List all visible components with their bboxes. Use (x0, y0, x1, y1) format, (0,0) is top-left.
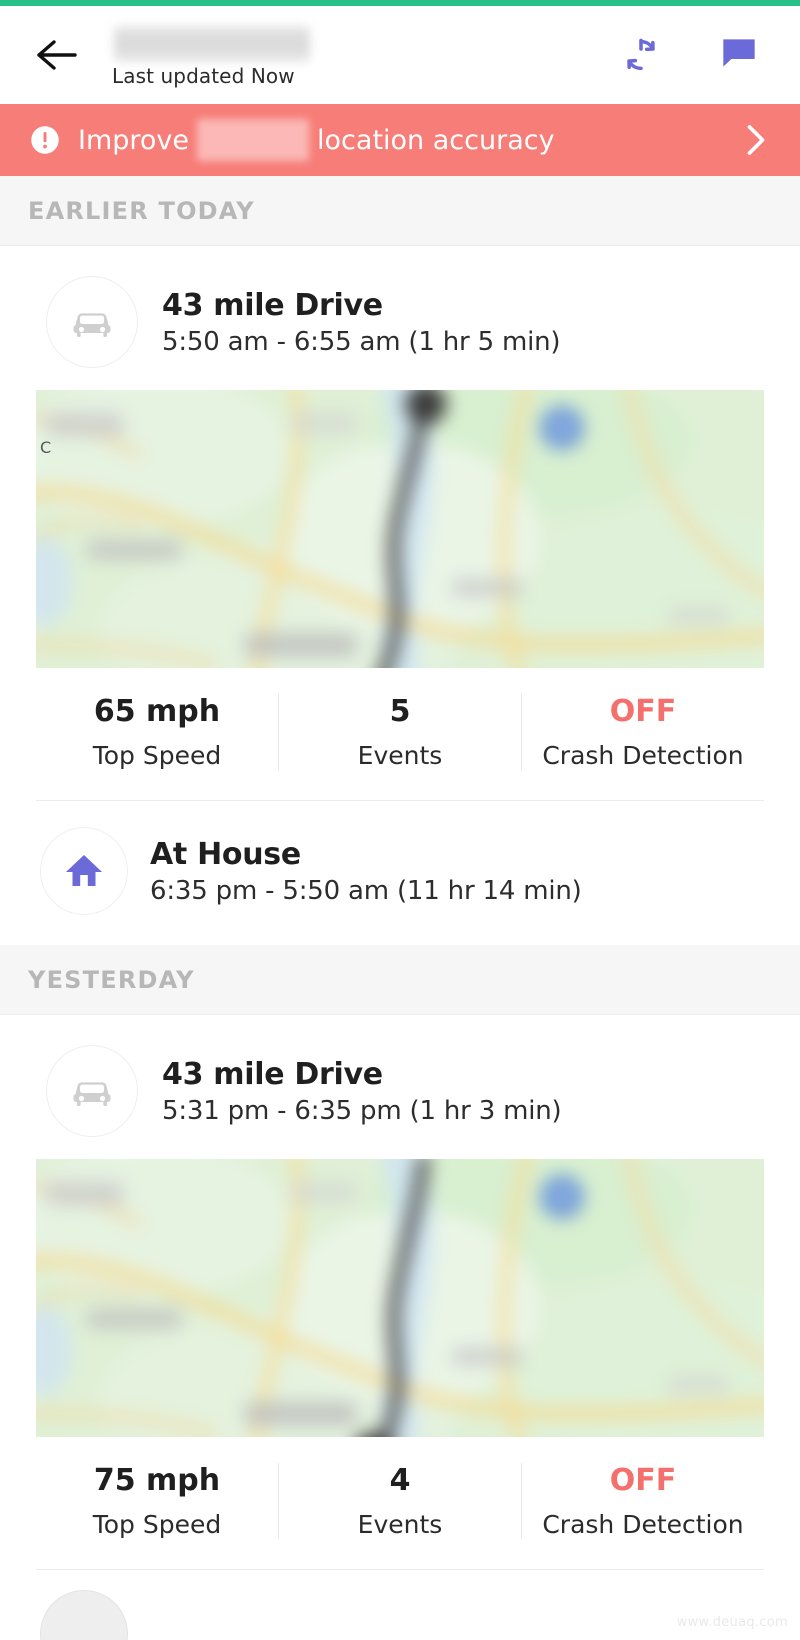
car-icon (73, 313, 111, 337)
section-header-earlier-today: EARLIER TODAY (0, 176, 800, 246)
timeline-entry-place-1[interactable]: At House 6:35 pm - 5:50 am (11 hr 14 min… (0, 801, 800, 945)
stat-value: 75 mph (93, 1463, 221, 1498)
entry-header[interactable]: 43 mile Drive 5:31 pm - 6:35 pm (1 hr 3 … (0, 1023, 800, 1155)
arrow-left-icon (37, 40, 77, 70)
timeline-card-drive-2[interactable]: 43 mile Drive 5:31 pm - 6:35 pm (1 hr 3 … (0, 1015, 800, 1640)
stat-value: OFF (609, 1463, 677, 1498)
stat-top-speed: 75 mph Top Speed (36, 1463, 279, 1539)
home-icon (66, 855, 102, 886)
sync-refresh-icon (627, 38, 655, 71)
member-name-redacted (114, 26, 310, 62)
entry-title: 43 mile Drive (162, 1056, 383, 1092)
drive-stats-row: 75 mph Top Speed 4 Events OFF Crash Dete… (36, 1437, 764, 1570)
timeline-card-drive-1[interactable]: 43 mile Drive 5:50 am - 6:55 am (1 hr 5 … (0, 246, 800, 945)
stat-label: Top Speed (92, 741, 222, 770)
banner-redacted-name (197, 119, 310, 161)
app-bar-actions (618, 32, 770, 78)
stat-crash-detection: OFF Crash Detection (522, 694, 764, 770)
entry-texts: 43 mile Drive 5:50 am - 6:55 am (1 hr 5 … (162, 287, 561, 357)
place-avatar (40, 827, 128, 915)
app-bar: Last updated Now (0, 6, 800, 104)
entry-title: At House (150, 836, 301, 872)
app-screen: Last updated Now Improve location accura… (0, 0, 800, 1640)
stat-crash-detection: OFF Crash Detection (522, 1463, 764, 1539)
stat-label: Crash Detection (542, 1510, 744, 1539)
stat-top-speed: 65 mph Top Speed (36, 694, 279, 770)
map-label: C (40, 438, 52, 457)
entry-subtitle: 6:35 pm - 5:50 am (11 hr 14 min) (150, 875, 582, 906)
drive-avatar (46, 1045, 138, 1137)
exclamation-circle-icon (30, 125, 60, 155)
stat-label: Events (357, 741, 443, 770)
chat-bubble-icon (723, 39, 755, 67)
section-header-yesterday: YESTERDAY (0, 945, 800, 1015)
banner-text-after: location accuracy (317, 124, 555, 156)
refresh-button[interactable] (618, 32, 664, 78)
last-updated-label: Last updated Now (112, 64, 295, 88)
stat-value: OFF (609, 694, 677, 729)
stat-value: 5 (389, 694, 411, 729)
back-button[interactable] (30, 28, 84, 82)
stat-label: Events (357, 1510, 443, 1539)
location-accuracy-banner[interactable]: Improve location accuracy (0, 104, 800, 176)
stat-label: Crash Detection (542, 741, 744, 770)
drive-map-preview[interactable]: C (36, 390, 764, 668)
drive-map-preview[interactable] (36, 1159, 764, 1437)
site-watermark: www.deuaq.com (676, 1615, 788, 1630)
banner-chevron-button[interactable] (736, 120, 776, 160)
entry-texts: At House 6:35 pm - 5:50 am (11 hr 14 min… (150, 837, 582, 906)
entry-subtitle: 5:50 am - 6:55 am (1 hr 5 min) (162, 326, 561, 357)
stat-events: 5 Events (279, 694, 522, 770)
chevron-right-icon (747, 125, 765, 155)
map-image (36, 390, 764, 668)
title-block: Last updated Now (112, 22, 618, 88)
entry-subtitle: 5:31 pm - 6:35 pm (1 hr 3 min) (162, 1095, 562, 1126)
messages-button[interactable] (716, 32, 762, 78)
drive-stats-row: 65 mph Top Speed 5 Events OFF Crash Dete… (36, 668, 764, 801)
drive-avatar (46, 276, 138, 368)
car-icon (73, 1082, 111, 1106)
stat-events: 4 Events (279, 1463, 522, 1539)
banner-text-before: Improve (78, 124, 190, 156)
entry-title: 43 mile Drive (162, 287, 383, 323)
entry-header[interactable]: 43 mile Drive 5:50 am - 6:55 am (1 hr 5 … (0, 254, 800, 386)
banner-text: Improve location accuracy (78, 119, 718, 161)
entry-texts: 43 mile Drive 5:31 pm - 6:35 pm (1 hr 3 … (162, 1057, 562, 1126)
stat-label: Top Speed (92, 1510, 222, 1539)
map-image (36, 1159, 764, 1437)
place-avatar (40, 1590, 128, 1640)
stat-value: 4 (389, 1463, 411, 1498)
stat-value: 65 mph (93, 694, 221, 729)
